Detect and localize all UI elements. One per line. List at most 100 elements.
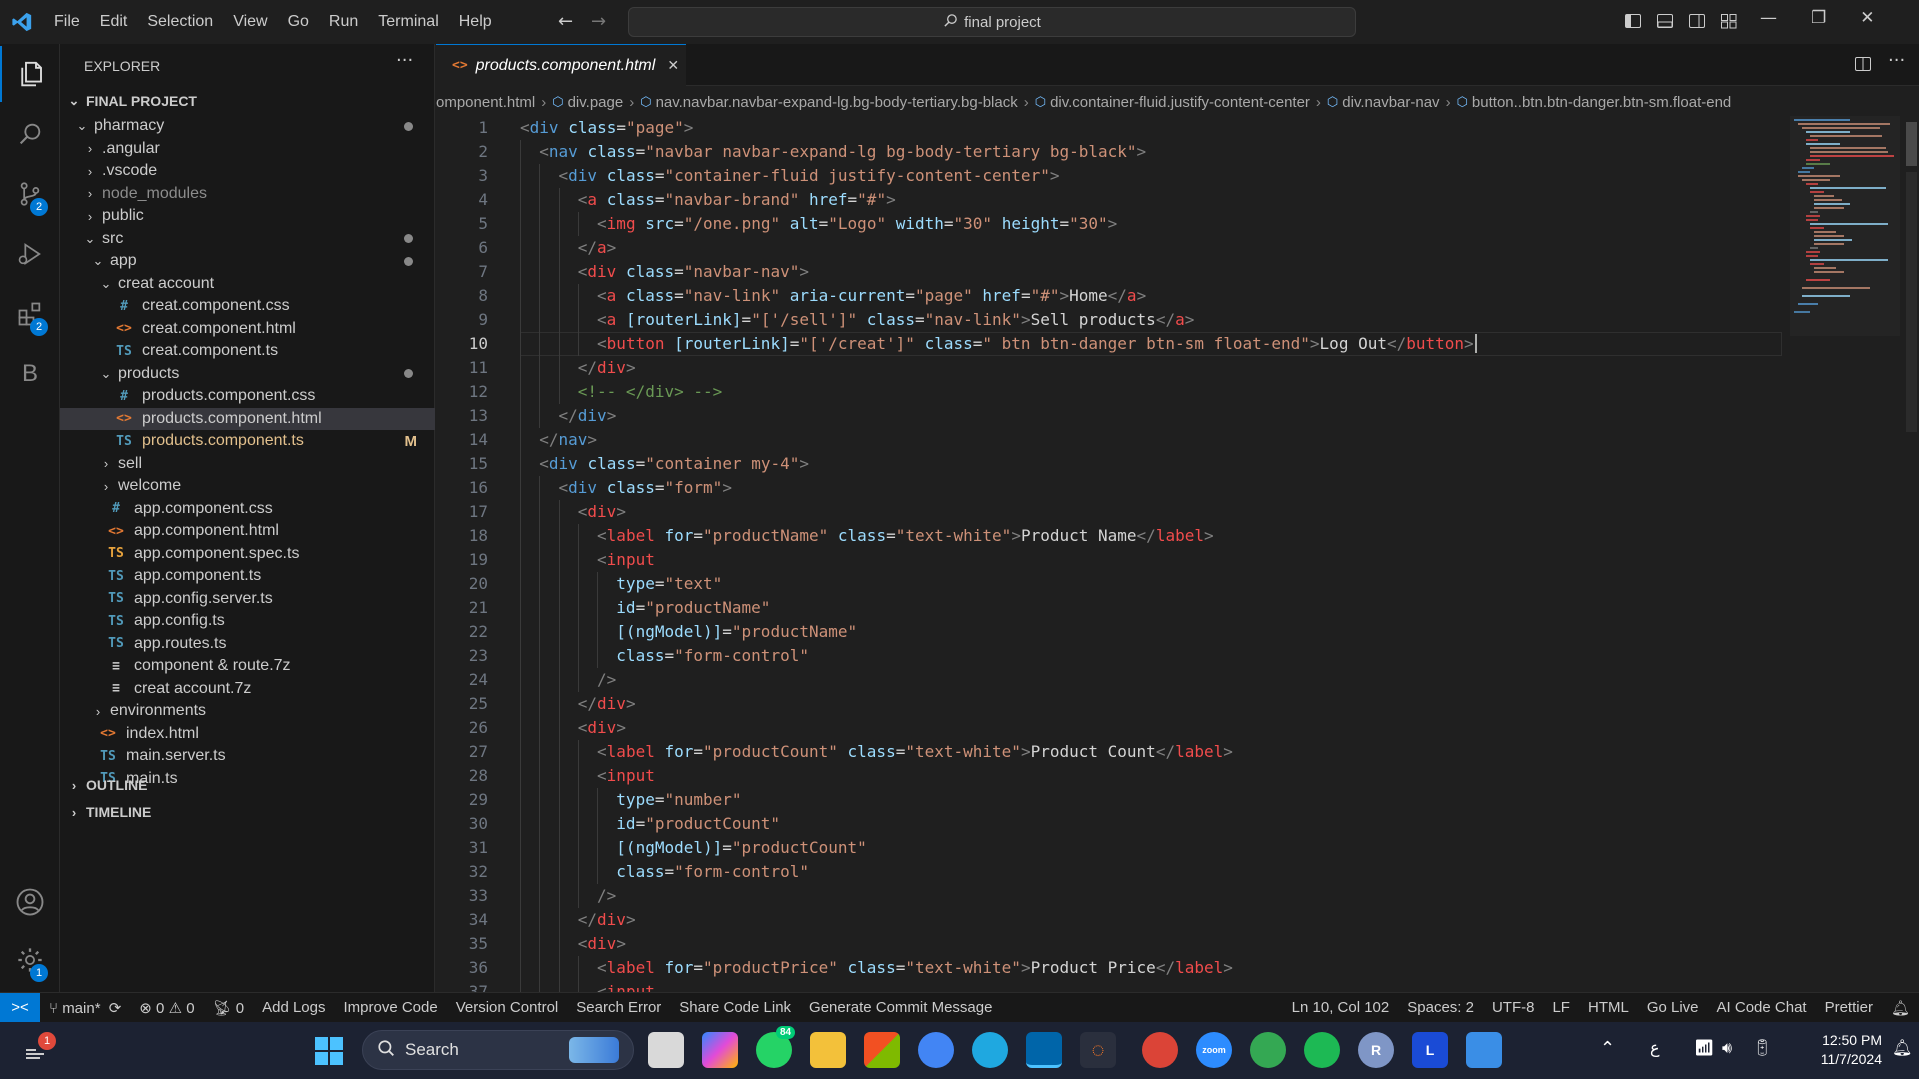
- customize-layout-icon[interactable]: [1720, 12, 1738, 30]
- breadcrumb-item[interactable]: omponent.html: [436, 94, 535, 111]
- breadcrumb-item[interactable]: div.container-fluid.justify-content-cent…: [1050, 94, 1310, 111]
- tree-item-products-component-css[interactable]: # products.component.css: [60, 385, 435, 408]
- task-view-icon[interactable]: [648, 1032, 684, 1068]
- spotify-icon[interactable]: [1304, 1032, 1340, 1068]
- wifi-icon[interactable]: 📶︎: [1694, 1038, 1714, 1057]
- menu-help[interactable]: Help: [449, 0, 502, 44]
- tree-item-index-html[interactable]: <> index.html: [60, 723, 435, 746]
- menu-selection[interactable]: Selection: [137, 0, 223, 44]
- jupyter-icon[interactable]: ◌: [1080, 1032, 1116, 1068]
- breadcrumb-item[interactable]: button..btn.btn-danger.btn-sm.float-end: [1472, 94, 1731, 111]
- chrome-icon[interactable]: [918, 1032, 954, 1068]
- tree-item-app-component-ts[interactable]: TS app.component.ts: [60, 565, 435, 588]
- status-version-control[interactable]: Version Control: [447, 999, 568, 1016]
- tree-item-welcome[interactable]: › welcome: [60, 475, 435, 498]
- notification-center-icon[interactable]: 🔔︎: [1892, 1038, 1912, 1057]
- minimap[interactable]: [1790, 116, 1900, 376]
- status-prettier[interactable]: Prettier: [1816, 999, 1882, 1016]
- vscode-taskbar-icon[interactable]: [1026, 1032, 1062, 1068]
- microsoft-store-icon[interactable]: [864, 1032, 900, 1068]
- breadcrumb-item[interactable]: div.page: [568, 94, 624, 111]
- tree-item-creat-account-7z[interactable]: ≡ creat account.7z: [60, 678, 435, 701]
- edge-icon[interactable]: [972, 1032, 1008, 1068]
- explorer-activity[interactable]: [0, 46, 60, 102]
- tree-item-creat-component-css[interactable]: # creat.component.css: [60, 295, 435, 318]
- status-generate-commit-message[interactable]: Generate Commit Message: [800, 999, 1001, 1016]
- tree-item-angular[interactable]: › .angular: [60, 138, 435, 161]
- start-button[interactable]: [314, 1036, 344, 1066]
- menu-view[interactable]: View: [223, 0, 277, 44]
- widgets-icon[interactable]: 1: [24, 1032, 56, 1064]
- volume-icon[interactable]: 🔊︎: [1722, 1038, 1732, 1058]
- tree-item-app-component-html[interactable]: <> app.component.html: [60, 520, 435, 543]
- section-timeline[interactable]: › TIMELINE: [60, 799, 435, 825]
- ports-status[interactable]: 📡︎ 0: [204, 999, 254, 1017]
- breadcrumb-item[interactable]: nav.navbar.navbar-expand-lg.bg-body-tert…: [656, 94, 1018, 111]
- tree-item-vscode[interactable]: › .vscode: [60, 160, 435, 183]
- status-ln-10-col-102[interactable]: Ln 10, Col 102: [1283, 999, 1399, 1016]
- notifications-bell-icon[interactable]: 🔔︎: [1882, 999, 1919, 1017]
- toggle-panel-icon[interactable]: [1656, 12, 1674, 30]
- tree-item-component-route-7z[interactable]: ≡ component & route.7z: [60, 655, 435, 678]
- tree-item-environments[interactable]: › environments: [60, 700, 435, 723]
- status-search-error[interactable]: Search Error: [567, 999, 670, 1016]
- photos-icon[interactable]: [1466, 1032, 1502, 1068]
- menu-go[interactable]: Go: [278, 0, 319, 44]
- minimize-window-icon[interactable]: —: [1760, 8, 1777, 28]
- taskbar-search[interactable]: Search: [362, 1030, 634, 1070]
- section-final-project[interactable]: ⌄ FINAL PROJECT: [60, 88, 435, 114]
- run-debug-activity[interactable]: [0, 226, 60, 282]
- split-editor-icon[interactable]: [1854, 55, 1872, 77]
- tree-item-products-component-ts[interactable]: TS products.component.ts M: [60, 430, 435, 453]
- manage-activity[interactable]: 1: [0, 932, 60, 988]
- tree-item-app[interactable]: ⌄ app: [60, 250, 435, 273]
- scrollbar-thumb[interactable]: [1906, 122, 1917, 166]
- menu-edit[interactable]: Edit: [90, 0, 138, 44]
- branch-status[interactable]: ⑂ main* ⟳: [40, 999, 130, 1017]
- tree-item-app-component-css[interactable]: # app.component.css: [60, 498, 435, 521]
- tree-item-app-component-spec-ts[interactable]: TS app.component.spec.ts: [60, 543, 435, 566]
- command-center[interactable]: final project: [628, 7, 1356, 37]
- status-utf-8[interactable]: UTF-8: [1483, 999, 1544, 1016]
- tree-item-app-config-server-ts[interactable]: TS app.config.server.ts: [60, 588, 435, 611]
- more-actions-icon[interactable]: ···: [396, 50, 413, 71]
- tree-item-app-config-ts[interactable]: TS app.config.ts: [60, 610, 435, 633]
- tree-item-creat-component-html[interactable]: <> creat.component.html: [60, 318, 435, 341]
- tree-item-main-server-ts[interactable]: TS main.server.ts: [60, 745, 435, 768]
- status-html[interactable]: HTML: [1579, 999, 1638, 1016]
- status-spaces-2[interactable]: Spaces: 2: [1398, 999, 1483, 1016]
- whatsapp-icon[interactable]: 84: [756, 1026, 796, 1068]
- tree-item-creat-component-ts[interactable]: TS creat.component.ts: [60, 340, 435, 363]
- file-explorer-icon[interactable]: [810, 1032, 846, 1068]
- input-language[interactable]: ع: [1650, 1038, 1660, 1057]
- status-share-code-link[interactable]: Share Code Link: [670, 999, 800, 1016]
- l-app-icon[interactable]: L: [1412, 1032, 1448, 1068]
- tree-item-public[interactable]: › public: [60, 205, 435, 228]
- tree-item-pharmacy[interactable]: ⌄ pharmacy: [60, 115, 435, 138]
- tree-item-products-component-html[interactable]: <> products.component.html: [60, 407, 435, 430]
- source-control-activity[interactable]: 2: [0, 166, 60, 222]
- menu-run[interactable]: Run: [319, 0, 368, 44]
- status-ai-code-chat[interactable]: AI Code Chat: [1708, 999, 1816, 1016]
- toggle-primary-sidebar-icon[interactable]: [1624, 12, 1642, 30]
- status-go-live[interactable]: Go Live: [1638, 999, 1708, 1016]
- extensions-activity[interactable]: 2: [0, 286, 60, 342]
- tree-item-node-modules[interactable]: › node_modules: [60, 183, 435, 206]
- nav-forward-icon[interactable]: →: [591, 11, 606, 32]
- nav-back-icon[interactable]: ←: [558, 11, 573, 32]
- problems-status[interactable]: ⊗ 0 ⚠ 0: [130, 999, 203, 1017]
- b-extension-activity[interactable]: B: [0, 346, 60, 402]
- zoom-icon[interactable]: zoom: [1196, 1032, 1232, 1068]
- accounts-activity[interactable]: [0, 874, 60, 930]
- tree-item-src[interactable]: ⌄ src: [60, 228, 435, 251]
- battery-icon[interactable]: 🔋︎: [1752, 1038, 1772, 1057]
- chevron-up-icon[interactable]: ⌃: [1600, 1038, 1615, 1059]
- toggle-secondary-sidebar-icon[interactable]: [1688, 12, 1706, 30]
- tree-item-app-routes-ts[interactable]: TS app.routes.ts: [60, 633, 435, 656]
- chrome-profile-icon[interactable]: [1142, 1032, 1178, 1068]
- copilot-icon[interactable]: [702, 1032, 738, 1068]
- tree-item-sell[interactable]: › sell: [60, 453, 435, 476]
- menu-terminal[interactable]: Terminal: [368, 0, 448, 44]
- status-add-logs[interactable]: Add Logs: [253, 999, 334, 1016]
- breadcrumb-item[interactable]: div.navbar-nav: [1342, 94, 1439, 111]
